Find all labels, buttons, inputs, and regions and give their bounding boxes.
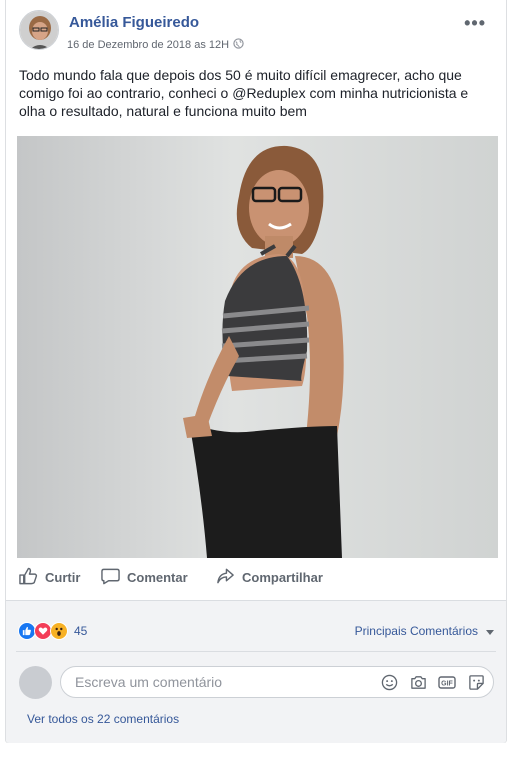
current-user-avatar (19, 666, 52, 699)
view-all-comments-link[interactable]: Ver todos os 22 comentários (27, 712, 179, 726)
camera-icon[interactable] (409, 673, 427, 691)
comment-button[interactable]: Comentar (101, 567, 188, 588)
author-avatar[interactable] (19, 10, 59, 50)
comment-box[interactable]: GIF (60, 666, 494, 698)
reaction-count: 45 (74, 624, 88, 638)
share-icon (216, 567, 235, 588)
post-text: Todo mundo fala que depois dos 50 é muit… (19, 67, 469, 119)
post-meta: 16 de Dezembro de 2018 as 12H (67, 38, 244, 52)
svg-text:GIF: GIF (441, 680, 453, 687)
share-label: Compartilhar (242, 570, 323, 585)
divider (16, 651, 496, 652)
caret-down-icon (486, 624, 494, 638)
share-button[interactable]: Compartilhar (216, 567, 323, 588)
emoji-icon[interactable] (380, 673, 398, 691)
globe-icon (233, 38, 244, 52)
comment-filter-label: Principais Comentários (354, 624, 478, 638)
like-button[interactable]: Curtir (19, 567, 80, 588)
comment-icon (101, 567, 120, 588)
post-timestamp[interactable]: 16 de Dezembro de 2018 as 12H (67, 39, 229, 51)
thumbs-up-icon (19, 567, 38, 588)
author-name[interactable]: Amélia Figueiredo (69, 14, 199, 31)
reactions-summary[interactable]: 45 (18, 622, 87, 640)
post-card: Amélia Figueiredo 16 de Dezembro de 2018… (5, 0, 507, 743)
comments-section: 45 Principais Comentários GIF (6, 601, 506, 743)
post-photo[interactable] (17, 136, 498, 558)
comment-input[interactable] (75, 674, 355, 690)
comment-tools: GIF (380, 673, 485, 691)
post-actions: Curtir Comentar Compartilhar (6, 559, 506, 599)
comment-filter-dropdown[interactable]: Principais Comentários (355, 624, 494, 638)
comment-label: Comentar (127, 570, 188, 585)
like-label: Curtir (45, 570, 81, 585)
sticker-icon[interactable] (467, 673, 485, 691)
wow-icon (50, 622, 68, 640)
gif-icon[interactable]: GIF (438, 673, 456, 691)
more-options-icon[interactable]: ••• (464, 13, 486, 34)
